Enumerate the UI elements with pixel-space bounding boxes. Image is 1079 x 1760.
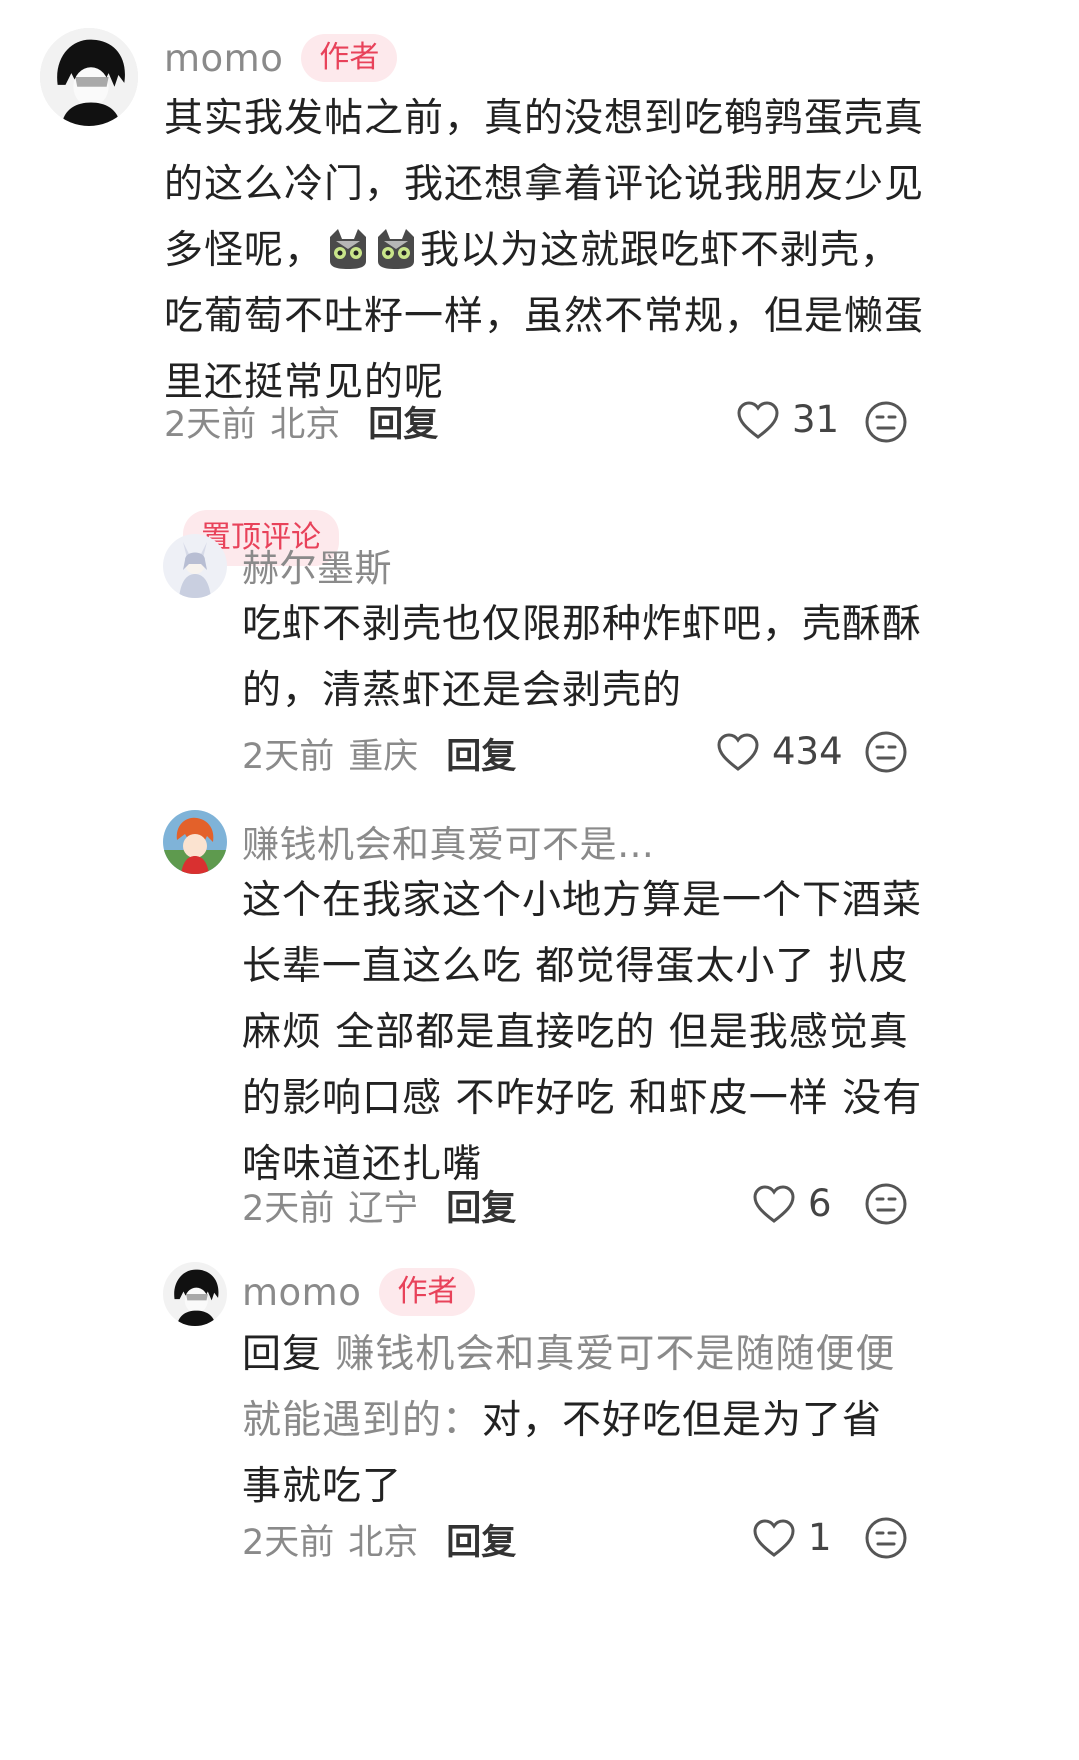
reply-button[interactable]: 回复 [368, 396, 438, 447]
emoji-reaction-icon[interactable] [864, 1182, 908, 1226]
like-count: 1 [808, 1516, 832, 1559]
reply-button[interactable]: 回复 [446, 1180, 516, 1231]
cat-emoji [378, 229, 415, 269]
heart-icon [753, 1184, 795, 1223]
comment-time: 2天前 [164, 405, 257, 445]
comment-time: 2天前 [242, 1523, 335, 1563]
heart-icon [717, 732, 759, 771]
like-button[interactable]: 1 [752, 1516, 832, 1559]
avatar-image [40, 28, 138, 126]
comment-location: 辽宁 [348, 1189, 419, 1229]
heart-icon [737, 400, 779, 439]
comment-location: 北京 [348, 1523, 419, 1563]
reply-prefix: 回复 [242, 1332, 323, 1377]
emoji-reaction-icon[interactable] [864, 730, 908, 774]
like-count: 6 [808, 1182, 832, 1225]
avatar[interactable] [163, 534, 227, 598]
username[interactable]: momo [242, 1271, 361, 1314]
cat-emoji [330, 229, 367, 269]
avatar[interactable] [163, 810, 227, 874]
comment-text: 这个在我家这个小地方算是一个下酒菜 长辈一直这么吃 都觉得蛋太小了 扒皮麻烦 全… [242, 878, 923, 1187]
author-badge: 作者 [379, 1268, 476, 1316]
reply-button[interactable]: 回复 [446, 728, 516, 779]
comment-text: 吃虾不剥壳也仅限那种炸虾吧，壳酥酥的，清蒸虾还是会剥壳的 [242, 602, 923, 713]
avatar-image [163, 810, 227, 874]
like-button[interactable]: 434 [716, 730, 843, 773]
avatar-image [163, 1262, 227, 1326]
heart-icon [753, 1518, 795, 1557]
comment-text: 回复 赚钱机会和真爱可不是随随便便就能遇到的：对，不好吃但是为了省事就吃了 [242, 1322, 922, 1520]
like-count: 434 [772, 730, 843, 773]
comment-location: 北京 [270, 405, 341, 445]
like-count: 31 [792, 398, 840, 441]
username[interactable]: 赚钱机会和真爱可不是… [242, 814, 655, 868]
avatar[interactable] [40, 28, 138, 126]
comment-time: 2天前 [242, 737, 335, 777]
username[interactable]: momo [164, 37, 283, 80]
username[interactable]: 赫尔墨斯 [242, 538, 392, 592]
avatar-image [163, 534, 227, 598]
like-button[interactable]: 31 [736, 398, 839, 441]
avatar[interactable] [163, 1262, 227, 1326]
emoji-reaction-icon[interactable] [864, 400, 908, 444]
author-badge: 作者 [301, 34, 398, 82]
comment-time: 2天前 [242, 1189, 335, 1229]
comment-text: 其实我发帖之前，真的没想到吃鹌鹑蛋壳真的这么冷门，我还想拿着评论说我朋友少见多怪… [164, 86, 924, 416]
like-button[interactable]: 6 [752, 1182, 832, 1225]
reply-button[interactable]: 回复 [446, 1514, 516, 1565]
comment-location: 重庆 [348, 737, 419, 777]
emoji-reaction-icon[interactable] [864, 1516, 908, 1560]
